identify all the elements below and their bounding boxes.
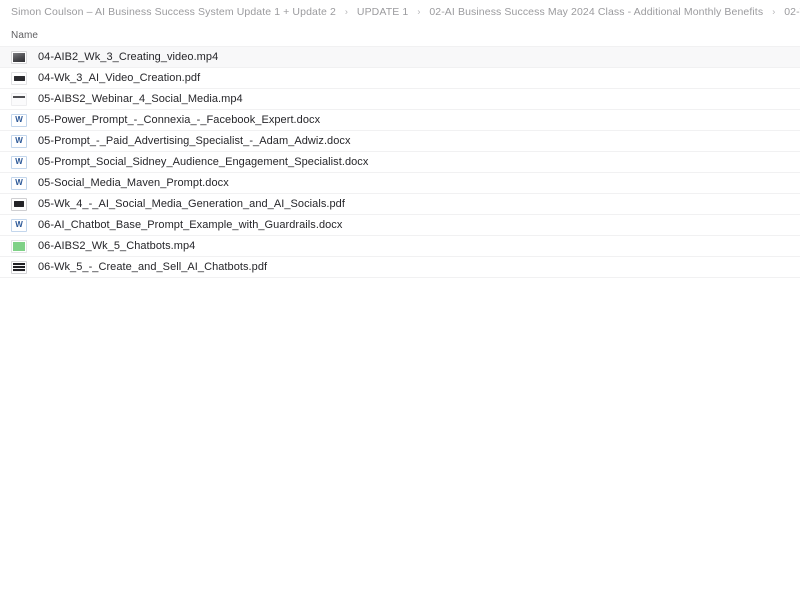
video-thumbnail-icon [11,50,27,64]
file-row[interactable]: 04-Wk_3_AI_Video_Creation.pdf [0,68,800,89]
file-name-label[interactable]: 06-AI_Chatbot_Base_Prompt_Example_with_G… [38,219,342,231]
breadcrumb-item[interactable]: 02-Training Webinars [784,7,800,18]
file-name-label[interactable]: 06-AIBS2_Wk_5_Chatbots.mp4 [38,240,195,252]
file-row[interactable]: W 06-AI_Chatbot_Base_Prompt_Example_with_… [0,215,800,236]
breadcrumb-item[interactable]: UPDATE 1 [357,7,408,18]
video-thumbnail-icon [11,92,27,106]
word-document-icon: W [11,218,27,232]
file-list: 04-AIB2_Wk_3_Creating_video.mp4 04-Wk_3_A… [0,46,800,278]
file-row[interactable]: W 05-Social_Media_Maven_Prompt.docx [0,173,800,194]
file-row[interactable]: W 05-Power_Prompt_-_Connexia_-_Facebook_E… [0,110,800,131]
pdf-thumbnail-icon [11,197,27,211]
word-document-icon: W [11,134,27,148]
word-document-icon: W [11,155,27,169]
word-letter-glyph: W [15,220,23,229]
file-name-label[interactable]: 05-Prompt_Social_Sidney_Audience_Engagem… [38,156,368,168]
file-name-label[interactable]: 05-AIBS2_Webinar_4_Social_Media.mp4 [38,93,243,105]
breadcrumb-item[interactable]: Simon Coulson – AI Business Success Syst… [11,7,336,18]
file-name-label[interactable]: 04-Wk_3_AI_Video_Creation.pdf [38,72,200,84]
file-row[interactable]: 06-AIBS2_Wk_5_Chatbots.mp4 [0,236,800,257]
pdf-thumbnail-icon [11,71,27,85]
file-row[interactable]: 06-Wk_5_-_Create_and_Sell_AI_Chatbots.pd… [0,257,800,278]
file-row[interactable]: W 05-Prompt_-_Paid_Advertising_Specialist… [0,131,800,152]
word-document-icon: W [11,113,27,127]
file-name-label[interactable]: 06-Wk_5_-_Create_and_Sell_AI_Chatbots.pd… [38,261,267,273]
word-document-icon: W [11,176,27,190]
breadcrumb-separator-icon: › [344,6,348,17]
file-name-label[interactable]: 05-Power_Prompt_-_Connexia_-_Facebook_Ex… [38,114,320,126]
word-letter-glyph: W [15,178,23,187]
word-letter-glyph: W [15,115,23,124]
column-header-name[interactable]: Name [11,30,38,41]
breadcrumb-separator-icon: › [772,6,776,17]
video-thumbnail-icon [11,239,27,253]
file-row[interactable]: 04-AIB2_Wk_3_Creating_video.mp4 [0,47,800,68]
breadcrumb-item[interactable]: 02-AI Business Success May 2024 Class - … [429,7,763,18]
breadcrumb: Simon Coulson – AI Business Success Syst… [0,0,800,25]
pdf-thumbnail-icon [11,260,27,274]
word-letter-glyph: W [15,136,23,145]
column-header-row: Name [0,25,800,46]
breadcrumb-separator-icon: › [417,6,421,17]
file-row[interactable]: W 05-Prompt_Social_Sidney_Audience_Engage… [0,152,800,173]
word-letter-glyph: W [15,157,23,166]
file-name-label[interactable]: 05-Social_Media_Maven_Prompt.docx [38,177,229,189]
file-name-label[interactable]: 04-AIB2_Wk_3_Creating_video.mp4 [38,51,218,63]
file-row[interactable]: 05-Wk_4_-_AI_Social_Media_Generation_and… [0,194,800,215]
file-name-label[interactable]: 05-Wk_4_-_AI_Social_Media_Generation_and… [38,198,345,210]
file-row[interactable]: 05-AIBS2_Webinar_4_Social_Media.mp4 [0,89,800,110]
file-name-label[interactable]: 05-Prompt_-_Paid_Advertising_Specialist_… [38,135,351,147]
